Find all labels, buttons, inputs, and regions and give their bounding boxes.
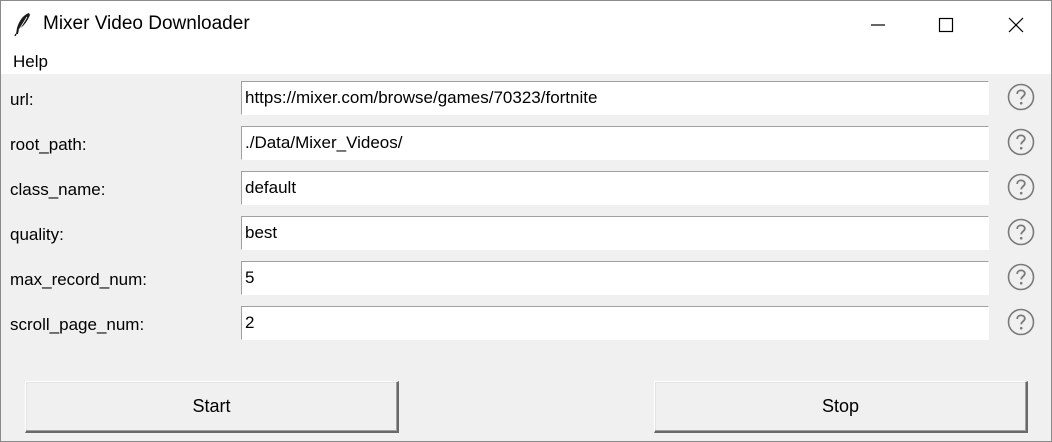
question-circle-icon[interactable] bbox=[1007, 128, 1035, 156]
start-button[interactable]: Start bbox=[25, 381, 399, 433]
url-input[interactable] bbox=[241, 81, 989, 115]
scroll-page-num-label: scroll_page_num: bbox=[10, 315, 145, 334]
stop-button[interactable]: Stop bbox=[654, 381, 1028, 433]
minimize-button[interactable] bbox=[843, 1, 913, 48]
close-button[interactable] bbox=[981, 1, 1051, 48]
question-circle-icon[interactable] bbox=[1007, 263, 1035, 291]
app-window: Mixer Video Downloader Help url: https:/… bbox=[0, 0, 1052, 442]
maximize-icon bbox=[938, 17, 954, 32]
form-row-scroll-page-num: scroll_page_num: bbox=[1, 306, 1051, 344]
quality-label: quality: bbox=[10, 225, 64, 244]
form-row-class-name: class_name: bbox=[1, 171, 1051, 209]
form-row-quality: quality: bbox=[1, 216, 1051, 254]
minimize-icon bbox=[871, 23, 885, 26]
question-circle-icon[interactable] bbox=[1007, 173, 1035, 201]
scroll-page-num-input[interactable] bbox=[241, 306, 989, 340]
question-circle-icon[interactable] bbox=[1007, 308, 1035, 336]
maximize-button[interactable] bbox=[911, 1, 981, 48]
form-row-max-record-num: max_record_num: bbox=[1, 261, 1051, 299]
root-path-input[interactable] bbox=[241, 126, 989, 160]
title-bar[interactable]: Mixer Video Downloader bbox=[1, 1, 1051, 48]
form-row-url: url: bbox=[1, 81, 1051, 119]
form-row-root-path: root_path: bbox=[1, 126, 1051, 164]
root-path-label: root_path: bbox=[10, 135, 87, 154]
menu-bar: Help bbox=[1, 48, 1051, 74]
close-icon bbox=[1008, 17, 1024, 32]
window-title: Mixer Video Downloader bbox=[43, 13, 250, 34]
question-circle-icon[interactable] bbox=[1007, 83, 1035, 111]
max-record-num-label: max_record_num: bbox=[10, 270, 148, 289]
quality-input[interactable] bbox=[241, 216, 989, 250]
feather-icon bbox=[14, 13, 30, 36]
max-record-num-input[interactable] bbox=[241, 261, 989, 295]
class-name-input[interactable] bbox=[241, 171, 989, 205]
url-label: url: bbox=[10, 90, 34, 109]
class-name-label: class_name: bbox=[10, 180, 106, 199]
question-circle-icon[interactable] bbox=[1007, 218, 1035, 246]
menu-item-help[interactable]: Help bbox=[13, 52, 48, 72]
